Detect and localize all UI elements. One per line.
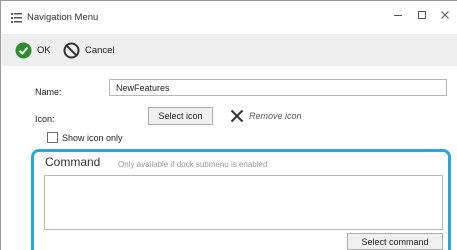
toolbar: OK Cancel [2, 34, 457, 66]
show-icon-only-label[interactable]: Show icon only [62, 133, 123, 143]
minimize-icon[interactable] [391, 8, 405, 22]
remove-icon-button[interactable]: Remove icon [230, 107, 302, 125]
command-title: Command [45, 155, 101, 169]
name-label: Name: [35, 87, 62, 97]
icon-label: Icon: [35, 114, 55, 124]
check-circle-icon [15, 42, 32, 59]
close-icon[interactable] [438, 8, 452, 22]
show-icon-only-checkbox[interactable] [47, 132, 58, 143]
cancel-label: Cancel [85, 45, 115, 56]
command-input[interactable] [44, 175, 443, 230]
maximize-icon[interactable] [415, 8, 429, 22]
navigation-menu-window: Navigation Menu OK Cancel Name: NewFeatu… [0, 0, 457, 250]
select-command-button[interactable]: Select command [347, 233, 443, 250]
select-icon-button[interactable]: Select icon [148, 107, 213, 125]
name-input[interactable] [109, 79, 447, 96]
close-icon [230, 109, 244, 123]
window-title: Navigation Menu [27, 12, 99, 23]
menu-list-icon [11, 13, 22, 23]
ok-button[interactable]: OK [15, 42, 51, 59]
title-bar[interactable]: Navigation Menu [1, 1, 457, 33]
ok-label: OK [37, 45, 51, 56]
remove-icon-label: Remove icon [249, 111, 302, 121]
command-hint: Only available if dock submenu is enable… [118, 160, 268, 169]
cancel-button[interactable]: Cancel [63, 42, 115, 59]
cancel-circle-icon [63, 42, 80, 59]
